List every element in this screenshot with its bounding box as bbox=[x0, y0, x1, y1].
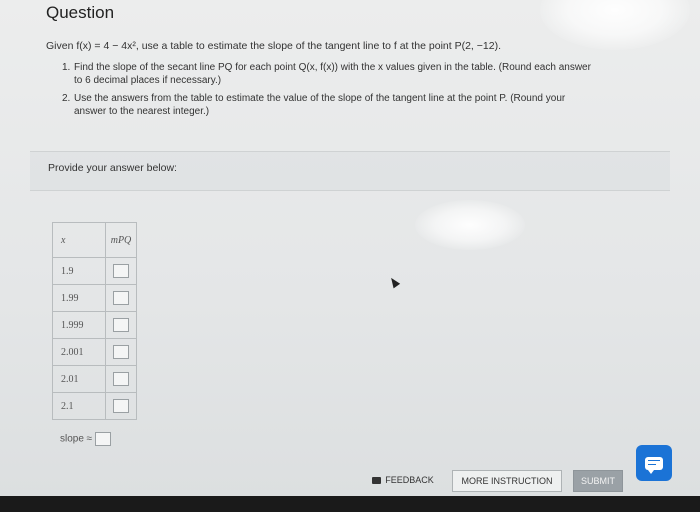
feedback-icon bbox=[372, 476, 382, 484]
chat-bubble-icon bbox=[645, 456, 663, 474]
mouse-cursor-icon bbox=[387, 275, 401, 289]
x-value: 1.99 bbox=[52, 284, 106, 312]
chat-icon[interactable] bbox=[636, 445, 672, 481]
mpq-answer-input[interactable] bbox=[113, 291, 129, 305]
instruction-item: 2. Use the answers from the table to esti… bbox=[62, 93, 566, 117]
mpq-answer-input[interactable] bbox=[113, 264, 129, 278]
table-row: 1.999 bbox=[52, 311, 137, 339]
table-row: 1.99 bbox=[52, 284, 137, 312]
table-row: 2.1 bbox=[52, 392, 137, 420]
mpq-answer-input[interactable] bbox=[113, 318, 129, 332]
table-row: 2.001 bbox=[52, 338, 137, 366]
secant-slope-table: x mPQ 1.9 1.99 1.999 2.001 2.01 2.1 bbox=[52, 222, 137, 420]
answer-prompt: Provide your answer below: bbox=[48, 162, 177, 174]
page-title: Question bbox=[46, 3, 115, 22]
question-page: Question Given f(x) = 4 − 4x², use a tab… bbox=[0, 0, 700, 498]
slope-answer-input[interactable] bbox=[95, 432, 112, 446]
slope-label: slope ≈ bbox=[60, 433, 93, 445]
instruction-item: 1. Find the slope of the secant line PQ f… bbox=[62, 62, 591, 86]
x-value: 1.9 bbox=[52, 257, 106, 285]
submit-button[interactable]: SUBMIT bbox=[573, 470, 623, 492]
screen-bezel bbox=[0, 496, 700, 512]
table-row: 1.9 bbox=[52, 257, 137, 285]
screen-glare bbox=[540, 0, 690, 50]
column-header-mpq: mPQ bbox=[105, 222, 137, 258]
x-value: 2.001 bbox=[52, 338, 106, 366]
instruction-list: 1. Find the slope of the secant line PQ f… bbox=[62, 62, 652, 124]
table-header-row: x mPQ bbox=[52, 222, 137, 258]
mpq-answer-input[interactable] bbox=[113, 399, 129, 413]
question-given: Given f(x) = 4 − 4x², use a table to est… bbox=[46, 40, 501, 52]
slope-estimate: slope ≈ bbox=[60, 432, 112, 446]
column-header-x: x bbox=[52, 222, 106, 258]
table-row: 2.01 bbox=[52, 365, 137, 393]
feedback-button[interactable]: FEEDBACK bbox=[366, 470, 440, 490]
x-value: 2.1 bbox=[52, 392, 106, 420]
more-instruction-button[interactable]: MORE INSTRUCTION bbox=[452, 470, 562, 492]
mpq-answer-input[interactable] bbox=[113, 345, 129, 359]
mpq-answer-input[interactable] bbox=[113, 372, 129, 386]
x-value: 2.01 bbox=[52, 365, 106, 393]
screen-glare bbox=[415, 200, 525, 250]
x-value: 1.999 bbox=[52, 311, 106, 339]
